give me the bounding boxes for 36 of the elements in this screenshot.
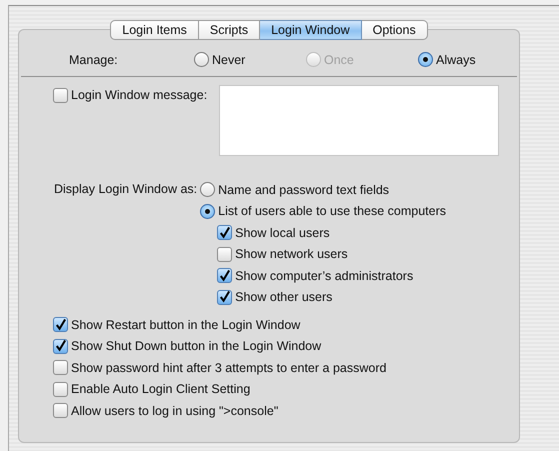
radio-label: Always: [436, 52, 476, 66]
checkbox-label: Show password hint after 3 attempts to enter a password: [71, 360, 386, 375]
checkbox[interactable]: [53, 382, 68, 397]
radio-label: List of users able to use these computers: [218, 204, 446, 218]
radio-label: Once: [324, 52, 354, 66]
checkbox-label: Show Shut Down button in the Login Window: [71, 339, 322, 354]
display-label: Display Login Window as:: [54, 181, 198, 198]
tab[interactable]: Login Items: [110, 20, 199, 40]
checkbox[interactable]: [53, 360, 68, 376]
message-field[interactable]: [219, 85, 500, 156]
tab[interactable]: Scripts: [198, 20, 260, 40]
checkbox[interactable]: [217, 268, 232, 284]
radio-button[interactable]: [200, 204, 216, 219]
radio-label: Name and password text fields: [218, 182, 390, 197]
radio-label: Never: [212, 52, 246, 66]
checkbox[interactable]: [217, 225, 232, 240]
checkbox-label: Show network users: [235, 247, 348, 262]
checkbox[interactable]: [53, 317, 68, 332]
checkbox[interactable]: [53, 403, 68, 418]
checkbox[interactable]: [53, 338, 68, 354]
checkbox-label: Show other users: [235, 290, 332, 304]
checkbox-label: Enable Auto Login Client Setting: [71, 382, 250, 396]
checkbox-label: Login Window message:: [71, 88, 208, 102]
tab[interactable]: Login Window: [260, 20, 362, 40]
radio-button[interactable]: [418, 52, 433, 67]
manage-label: Manage:: [69, 52, 118, 66]
checkbox-label: Show computer’s administrators: [235, 268, 414, 283]
checkbox-label: Show Restart button in the Login Window: [71, 318, 300, 332]
checkbox[interactable]: [217, 290, 232, 305]
radio-button[interactable]: [194, 52, 209, 67]
checkbox[interactable]: [53, 88, 68, 102]
checkbox[interactable]: [217, 246, 232, 262]
checkbox-label: Show local users: [235, 226, 330, 240]
checkbox-label: Allow users to log in using ">console": [71, 404, 278, 418]
radio-button[interactable]: [200, 182, 216, 198]
tab[interactable]: Options: [362, 20, 428, 40]
